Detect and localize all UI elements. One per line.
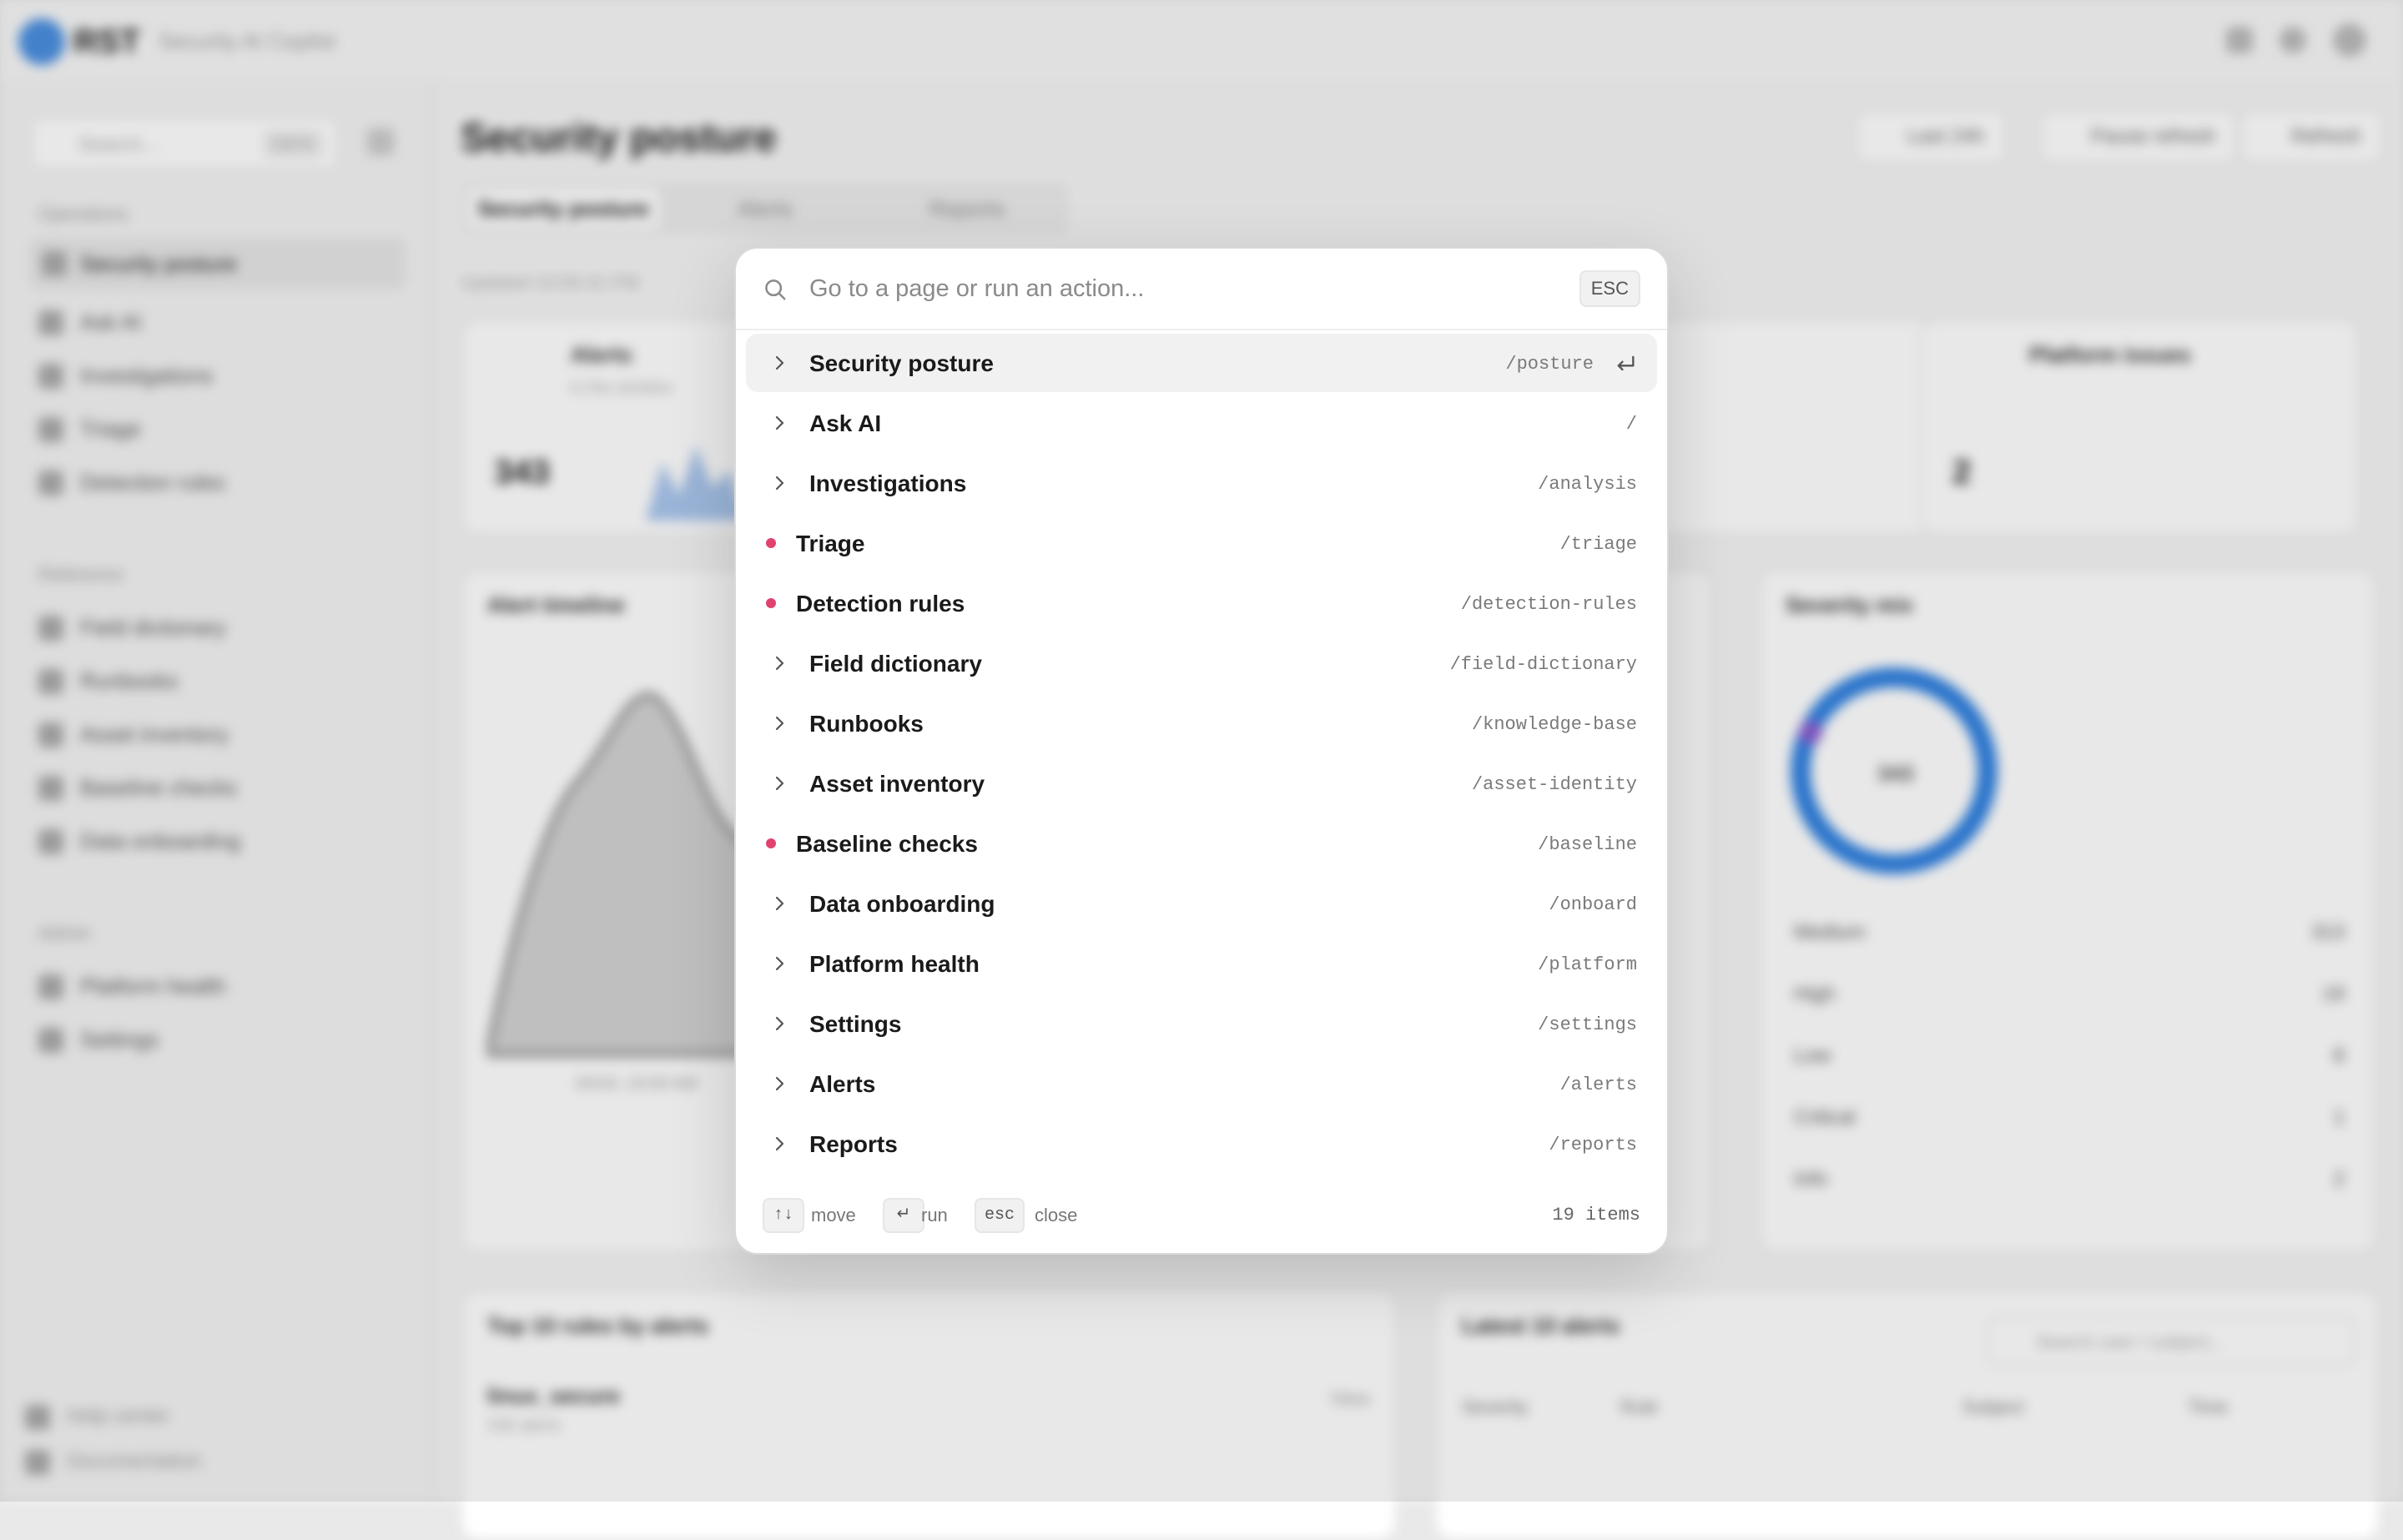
chevron-right-icon (775, 1016, 784, 1031)
run-hint-label: run (921, 1205, 948, 1225)
chevron-right-icon (775, 415, 784, 430)
run-key-hint: ↵ (883, 1198, 924, 1233)
palette-item-path: /knowledge-base (1471, 714, 1637, 735)
palette-item-reports[interactable]: Reports /reports (746, 1115, 1657, 1173)
palette-item-path: /posture (1505, 354, 1594, 375)
palette-item-path: /asset-identity (1471, 774, 1637, 795)
palette-item-path: /field-dictionary (1449, 654, 1637, 675)
palette-search-row: ESC (736, 249, 1667, 330)
chevron-right-icon (775, 656, 784, 671)
close-hint-label: close (1035, 1205, 1078, 1225)
palette-item-baseline-checks[interactable]: Baseline checks /baseline (746, 814, 1657, 873)
palette-item-path: /triage (1559, 534, 1637, 555)
palette-item-path: /analysis (1538, 474, 1637, 495)
palette-item-label: Platform health (809, 951, 980, 977)
palette-item-label: Runbooks (809, 711, 924, 737)
palette-item-label: Baseline checks (796, 831, 978, 857)
move-key-hint: ↑↓ (763, 1198, 804, 1233)
palette-item-label: Asset inventory (809, 771, 985, 797)
palette-item-investigations[interactable]: Investigations /analysis (746, 454, 1657, 512)
palette-item-label: Detection rules (796, 591, 965, 617)
palette-item-label: Ask AI (809, 410, 882, 436)
palette-results-list: Security posture /posture Ask AI / Inves… (746, 334, 1657, 1157)
palette-item-label: Data onboarding (809, 891, 995, 917)
palette-footer: ↑↓ move ↵ run esc close 19 items (736, 1180, 1667, 1253)
palette-item-alerts[interactable]: Alerts /alerts (746, 1054, 1657, 1113)
palette-item-triage[interactable]: Triage /triage (746, 514, 1657, 572)
search-icon (765, 279, 786, 300)
palette-item-label: Triage (796, 531, 865, 556)
palette-item-ask-ai[interactable]: Ask AI / (746, 394, 1657, 452)
palette-item-path: /detection-rules (1460, 594, 1637, 615)
palette-item-path: /alerts (1559, 1074, 1637, 1095)
status-dot-icon (766, 598, 776, 608)
palette-item-runbooks[interactable]: Runbooks /knowledge-base (746, 694, 1657, 752)
chevron-right-icon (775, 716, 784, 731)
move-hint-label: move (811, 1205, 856, 1225)
result-count: 19 items (1552, 1205, 1640, 1225)
chevron-right-icon (775, 896, 784, 911)
palette-item-platform-health[interactable]: Platform health /platform (746, 934, 1657, 993)
palette-item-path: /platform (1538, 954, 1637, 975)
chevron-right-icon (775, 1136, 784, 1151)
palette-item-label: Security posture (809, 350, 994, 376)
command-palette: ESC Security posture /posture Ask AI / I… (734, 247, 1669, 1255)
enter-key-icon (1617, 355, 1635, 371)
esc-badge[interactable]: ESC (1579, 270, 1640, 307)
palette-item-security-posture[interactable]: Security posture /posture (746, 334, 1657, 392)
palette-search-input[interactable] (809, 269, 1544, 309)
palette-item-path: /settings (1538, 1014, 1637, 1035)
palette-item-path: /baseline (1538, 834, 1637, 855)
palette-item-data-onboarding[interactable]: Data onboarding /onboard (746, 874, 1657, 933)
palette-item-label: Alerts (809, 1071, 876, 1097)
palette-item-label: Field dictionary (809, 651, 982, 677)
palette-item-label: Investigations (809, 471, 967, 496)
palette-item-detection-rules[interactable]: Detection rules /detection-rules (746, 574, 1657, 632)
chevron-right-icon (775, 1076, 784, 1091)
palette-item-asset-inventory[interactable]: Asset inventory /asset-identity (746, 754, 1657, 813)
palette-item-path: /onboard (1549, 894, 1637, 915)
status-dot-icon (766, 538, 776, 548)
chevron-right-icon (775, 355, 784, 370)
close-key-hint: esc (975, 1198, 1025, 1233)
palette-item-path: /reports (1549, 1135, 1637, 1155)
palette-item-path: / (1625, 414, 1637, 435)
palette-item-label: Settings (809, 1011, 902, 1037)
palette-item-label: Reports (809, 1131, 898, 1157)
palette-item-field-dictionary[interactable]: Field dictionary /field-dictionary (746, 634, 1657, 692)
status-dot-icon (766, 838, 776, 848)
chevron-right-icon (775, 476, 784, 491)
chevron-right-icon (775, 776, 784, 791)
palette-item-settings[interactable]: Settings /settings (746, 994, 1657, 1053)
chevron-right-icon (775, 956, 784, 971)
